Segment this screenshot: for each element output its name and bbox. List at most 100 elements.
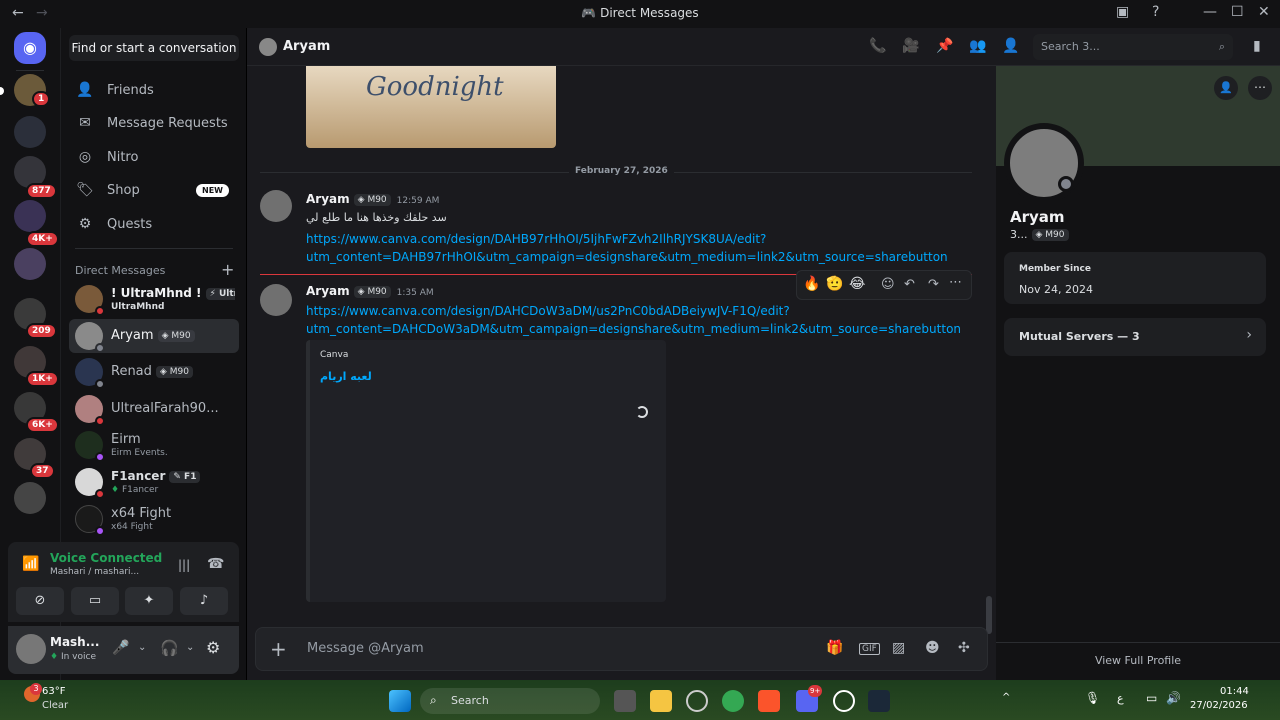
back-arrow-icon[interactable]: ←: [12, 5, 24, 21]
nav-nitro[interactable]: ◎ Nitro: [69, 142, 239, 172]
forward-icon[interactable]: ↷: [928, 277, 939, 292]
dm-item[interactable]: F1ancer ✎ F1 ♦ F1ancer: [69, 465, 239, 499]
tray-chevron-icon[interactable]: ^: [1002, 692, 1010, 703]
profile-avatar[interactable]: [1004, 123, 1084, 203]
attach-plus-icon[interactable]: +: [270, 637, 287, 661]
embed-title[interactable]: لعبه اريام: [320, 370, 372, 383]
server-icon[interactable]: [14, 200, 46, 232]
server-icon[interactable]: [14, 248, 46, 280]
more-options-icon[interactable]: ⋯: [1248, 76, 1272, 100]
emoji-icon[interactable]: ☻: [925, 640, 940, 656]
chrome-icon[interactable]: [722, 690, 744, 712]
chevron-down-icon[interactable]: ⌄: [138, 642, 146, 653]
message-link[interactable]: https://www.canva.com/design/DAHB97rHhOI…: [306, 230, 948, 266]
pin-icon[interactable]: 📌: [936, 38, 953, 54]
task-view-icon[interactable]: [614, 690, 636, 712]
clock-date[interactable]: 27/02/2026: [1190, 700, 1248, 711]
create-dm-icon[interactable]: +: [221, 260, 234, 279]
dm-item[interactable]: Eirm Eirm Events.: [69, 428, 239, 462]
link-line[interactable]: https://www.canva.com/design/DAHCDoW3aDM…: [306, 302, 966, 320]
message-link[interactable]: https://www.canva.com/design/DAHCDoW3aDM…: [306, 302, 966, 338]
taskbar-search[interactable]: ⌕ Search: [420, 688, 600, 714]
view-full-profile-link[interactable]: View Full Profile: [996, 654, 1280, 667]
close-icon[interactable]: ✕: [1258, 4, 1270, 20]
server-icon[interactable]: [14, 482, 46, 514]
server-icon[interactable]: [14, 116, 46, 148]
brave-icon[interactable]: [758, 690, 780, 712]
composer-placeholder: Message @Aryam: [307, 641, 424, 656]
link-line[interactable]: https://www.canva.com/design/DAHB97rHhOI…: [306, 230, 946, 248]
voice-status[interactable]: Voice Connected: [50, 551, 162, 565]
link-line[interactable]: utm_content=DAHB97rHhOI&utm_campaign=des…: [306, 248, 948, 266]
nav-friends[interactable]: 👤 Friends: [69, 75, 239, 105]
camera-off-button[interactable]: ⊘: [16, 587, 64, 615]
mute-mic-icon[interactable]: 🎤: [112, 640, 129, 656]
reaction-salute[interactable]: 🫡: [826, 276, 843, 292]
gift-icon[interactable]: 🎁: [826, 640, 843, 656]
dm-item[interactable]: x64 Fight x64 Fight: [69, 502, 239, 536]
reaction-laugh[interactable]: 😂: [849, 276, 865, 292]
author-name[interactable]: Aryam: [306, 192, 350, 206]
steam-icon[interactable]: [868, 690, 890, 712]
message-composer[interactable]: + Message @Aryam 🎁 GIF ▨ ☻ ✣: [255, 627, 988, 671]
nav-shop[interactable]: 🏷 Shop NEW: [69, 175, 239, 205]
voice-channel[interactable]: Mashari / mashari...: [50, 567, 139, 577]
search-input[interactable]: Search 3... ⌕: [1033, 34, 1233, 60]
screen-share-button[interactable]: ▭: [71, 587, 119, 615]
user-profile-icon[interactable]: 👤: [1002, 38, 1019, 54]
voice-call-icon[interactable]: 📞: [869, 38, 886, 54]
minimize-icon[interactable]: —: [1203, 4, 1217, 20]
add-friend-icon[interactable]: 👤: [1214, 76, 1238, 100]
gif-icon[interactable]: GIF: [859, 643, 880, 655]
mutual-servers-row[interactable]: Mutual Servers — 3 ›: [1004, 318, 1266, 356]
clock-time[interactable]: 01:44: [1220, 686, 1249, 697]
headphones-icon[interactable]: 🎧: [160, 639, 179, 657]
scrollbar-thumb[interactable]: [986, 596, 992, 634]
activities-button[interactable]: ✦: [125, 587, 173, 615]
network-icon[interactable]: ▭: [1146, 691, 1157, 705]
file-explorer-icon[interactable]: [650, 690, 672, 712]
avatar[interactable]: [260, 284, 292, 316]
windows-start-icon[interactable]: [389, 690, 411, 712]
sticker-icon[interactable]: ▨: [892, 640, 905, 656]
add-friends-icon[interactable]: 👥: [969, 38, 986, 54]
signal-icon[interactable]: 📶: [22, 556, 39, 572]
member-since-label: Member Since: [1019, 264, 1091, 274]
disconnect-icon[interactable]: ☎: [207, 556, 224, 572]
inbox-icon[interactable]: ▮: [1253, 38, 1261, 54]
help-icon[interactable]: ?: [1152, 4, 1159, 20]
discord-home-icon[interactable]: ◉: [14, 32, 46, 64]
dm-item[interactable]: Renad ◈ M90: [69, 355, 239, 389]
image-attachment[interactable]: Goodnight: [306, 66, 556, 148]
nav-quests[interactable]: ⚙ Quests: [69, 209, 239, 239]
more-options-icon[interactable]: ⋯: [949, 275, 962, 290]
app-icon[interactable]: [686, 690, 708, 712]
settings-gear-icon[interactable]: ⚙: [206, 638, 220, 657]
weather-temp[interactable]: 63°F: [42, 686, 65, 697]
nav-message-requests[interactable]: ✉ Message Requests: [69, 108, 239, 138]
link-line[interactable]: utm_content=DAHCDoW3aDM&utm_campaign=des…: [306, 320, 966, 338]
apps-icon[interactable]: ✣: [958, 640, 970, 656]
dm-item-active[interactable]: Aryam ◈ M90: [69, 319, 239, 353]
soundboard-button[interactable]: ♪: [180, 587, 228, 615]
quests-icon: ⚙: [78, 216, 92, 232]
video-call-icon[interactable]: 🎥: [902, 38, 919, 54]
author-name[interactable]: Aryam: [306, 284, 350, 298]
reply-icon[interactable]: ↶: [904, 277, 915, 292]
add-reaction-icon[interactable]: ☺: [881, 277, 895, 292]
settings-app-icon[interactable]: [833, 690, 855, 712]
avatar[interactable]: [16, 634, 46, 664]
microphone-icon[interactable]: 🎙: [1085, 691, 1100, 705]
volume-icon[interactable]: 🔊: [1166, 691, 1181, 705]
noise-suppression-icon[interactable]: |||: [178, 558, 190, 572]
avatar[interactable]: [260, 190, 292, 222]
dm-item[interactable]: UltrealFarah90...: [69, 392, 239, 426]
chevron-down-icon[interactable]: ⌄: [186, 642, 194, 653]
language-indicator[interactable]: ع: [1117, 692, 1124, 705]
find-conversation-button[interactable]: Find or start a conversation: [69, 35, 239, 61]
maximize-icon[interactable]: ☐: [1231, 4, 1244, 20]
reaction-fire[interactable]: 🔥: [803, 276, 820, 292]
forward-arrow-icon[interactable]: →: [36, 5, 48, 21]
inbox-icon[interactable]: ▣: [1116, 4, 1129, 20]
dm-item[interactable]: ! UltraMhnd !⚡ Ultr UltraMhnd: [69, 282, 239, 316]
